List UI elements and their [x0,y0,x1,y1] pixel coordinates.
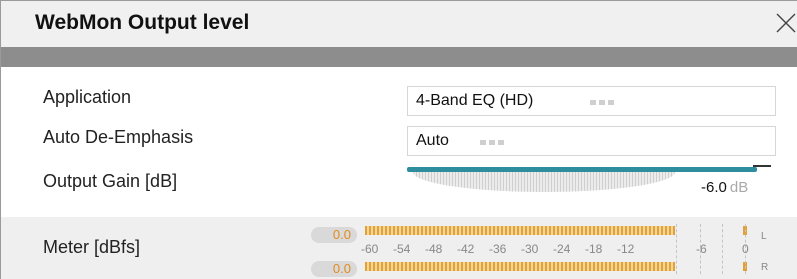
scale-tick-label: -18 [585,242,603,256]
application-value: 4-Band EQ (HD) [416,92,534,109]
gain-tick [753,165,771,167]
meter-bar-left [365,226,675,235]
gain-knob-face [413,172,675,192]
output-gain-knob[interactable]: -6.0 dB [407,165,771,207]
gain-readout: -6.0 dB [701,179,748,196]
gain-value: -6.0 [701,179,727,196]
window-title: WebMon Output level [35,11,250,34]
meter-label: Meter [dBfs] [43,237,141,257]
output-level-window: WebMon Output level Application 4-Band E… [0,0,797,279]
scale-tick-label: 0 [742,242,749,256]
title-bar: WebMon Output level [1,1,797,47]
scale-tick-label: -60 [361,242,379,256]
de-emphasis-label: Auto De-Emphasis [43,127,194,147]
close-icon[interactable] [774,11,797,35]
settings-panel: Application 4-Band EQ (HD) Auto De-Empha… [1,67,797,217]
application-select[interactable]: 4-Band EQ (HD) [407,86,776,116]
scale-tick-label: -6 [696,242,707,256]
scale-tick-label: -54 [393,242,411,256]
ellipsis-icon [590,100,614,105]
scale-tick-label: -36 [489,242,507,256]
scale-tick-label: -12 [617,242,635,256]
de-emphasis-value: Auto [416,132,449,149]
meter-bar-right [365,262,675,271]
peak-left-readout[interactable]: 0.0 [311,227,357,243]
gain-unit: dB [729,179,749,196]
scale-tick-label: -24 [553,242,571,256]
scale-gridline [676,224,677,274]
channel-left-label: L [761,231,767,242]
output-gain-label: Output Gain [dB] [43,171,178,191]
scale-tick-label: -42 [457,242,475,256]
scale-tick-label: -48 [425,242,443,256]
meter-section: Meter [dBfs] 0.0 0.0 -60 -54 -48 -42 -36… [1,217,797,279]
peak-right-readout[interactable]: 0.0 [311,261,357,277]
scale-tick-label: -30 [521,242,539,256]
de-emphasis-select[interactable]: Auto [407,126,776,156]
ellipsis-icon [480,140,504,145]
scale-gridline [722,224,723,274]
header-separator [1,47,797,67]
application-label: Application [43,87,132,107]
channel-right-label: R [761,262,769,273]
